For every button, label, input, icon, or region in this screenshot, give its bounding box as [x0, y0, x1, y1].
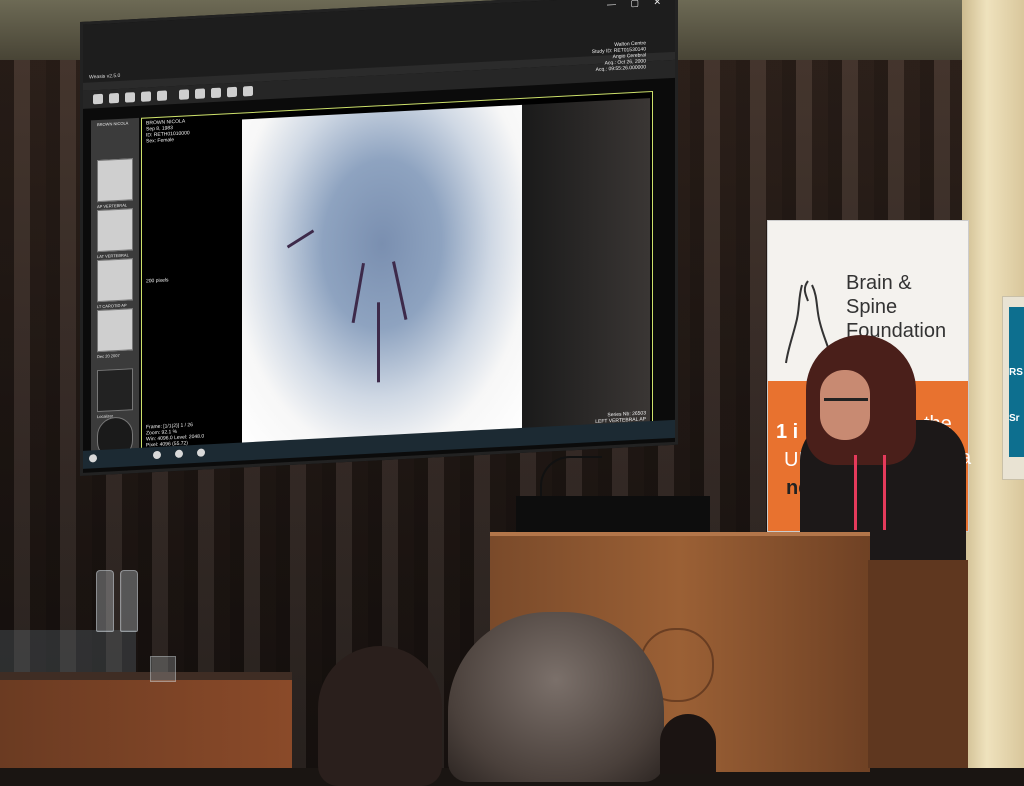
- audience-head: [660, 714, 716, 774]
- taskbar-app-icon[interactable]: [175, 449, 183, 459]
- toolbar-pan-icon[interactable]: [195, 88, 205, 99]
- toolbar-grid-icon[interactable]: [157, 90, 167, 101]
- vessel: [351, 262, 365, 323]
- drinking-glass: [150, 656, 176, 682]
- series-thumbnail-panel: BROWN NICOLA AP VERTEBRAL LAT VERTEBRAL …: [91, 117, 139, 461]
- overlay-scale: 200 pixels: [146, 277, 169, 285]
- audience-head: [448, 612, 664, 782]
- toolbar-layout-icon[interactable]: [141, 91, 151, 102]
- vessel: [392, 261, 408, 320]
- toolbar-measure-icon[interactable]: [243, 85, 253, 97]
- overlay-text: Sex: Female: [146, 137, 175, 145]
- series-thumbnail[interactable]: [97, 208, 133, 253]
- wall-sign-text-2: Sr: [1009, 413, 1020, 424]
- water-bottle: [120, 570, 138, 632]
- audience-head: [318, 646, 442, 786]
- water-bottle: [96, 570, 114, 632]
- toolbar-save-icon[interactable]: [109, 92, 119, 104]
- banner-title-line1: Brain & Spine: [846, 272, 912, 318]
- thumbnail-label: BROWN NICOLA: [97, 120, 129, 128]
- thumbnail-label: Dec 20 2007: [97, 352, 120, 360]
- toolbar-rotate-icon[interactable]: [227, 86, 237, 98]
- vessel: [377, 302, 380, 383]
- wall-sign-text-1: RS: [1009, 367, 1023, 378]
- taskbar-app-icon[interactable]: [153, 450, 161, 460]
- wall-sign: RS Sr: [1002, 296, 1024, 480]
- series-thumbnail[interactable]: [97, 308, 133, 353]
- glasses-icon: [824, 398, 868, 413]
- viewer-background: [522, 98, 650, 435]
- series-thumbnail[interactable]: [97, 158, 133, 203]
- wall-sign-panel: [1009, 307, 1024, 457]
- vessel: [286, 229, 315, 249]
- toolbar-open-icon[interactable]: [93, 93, 103, 105]
- angiogram-image: [242, 104, 522, 450]
- podium-monitor: [516, 496, 710, 536]
- overlay-study-info: Walton Centre Study ID: RET01530140 Angi…: [592, 40, 646, 73]
- lanyard: [854, 455, 886, 530]
- image-viewer[interactable]: BROWN NICOLA Sep 8, 1983 ID: RETH0101000…: [141, 40, 653, 460]
- projection-screen: — ▢ ✕ Weasis v2.5.0 BROWN NICOLA AP VERT…: [80, 0, 678, 476]
- lectern-side: [868, 560, 968, 768]
- overlay-patient-info: BROWN NICOLA Sep 8, 1983 ID: RETH0101000…: [146, 118, 190, 144]
- toolbar-window-icon[interactable]: [179, 89, 189, 100]
- toolbar-print-icon[interactable]: [125, 92, 135, 103]
- banner-text: 1 i: [776, 421, 799, 443]
- taskbar-app-icon[interactable]: [197, 448, 205, 457]
- panel-table: [0, 680, 292, 768]
- toolbar-zoom-icon[interactable]: [211, 87, 221, 99]
- banner-title: Brain & Spine Foundation: [846, 271, 968, 343]
- series-thumbnail[interactable]: [97, 258, 133, 303]
- series-thumbnail[interactable]: [97, 368, 133, 413]
- start-button-icon[interactable]: [89, 454, 97, 463]
